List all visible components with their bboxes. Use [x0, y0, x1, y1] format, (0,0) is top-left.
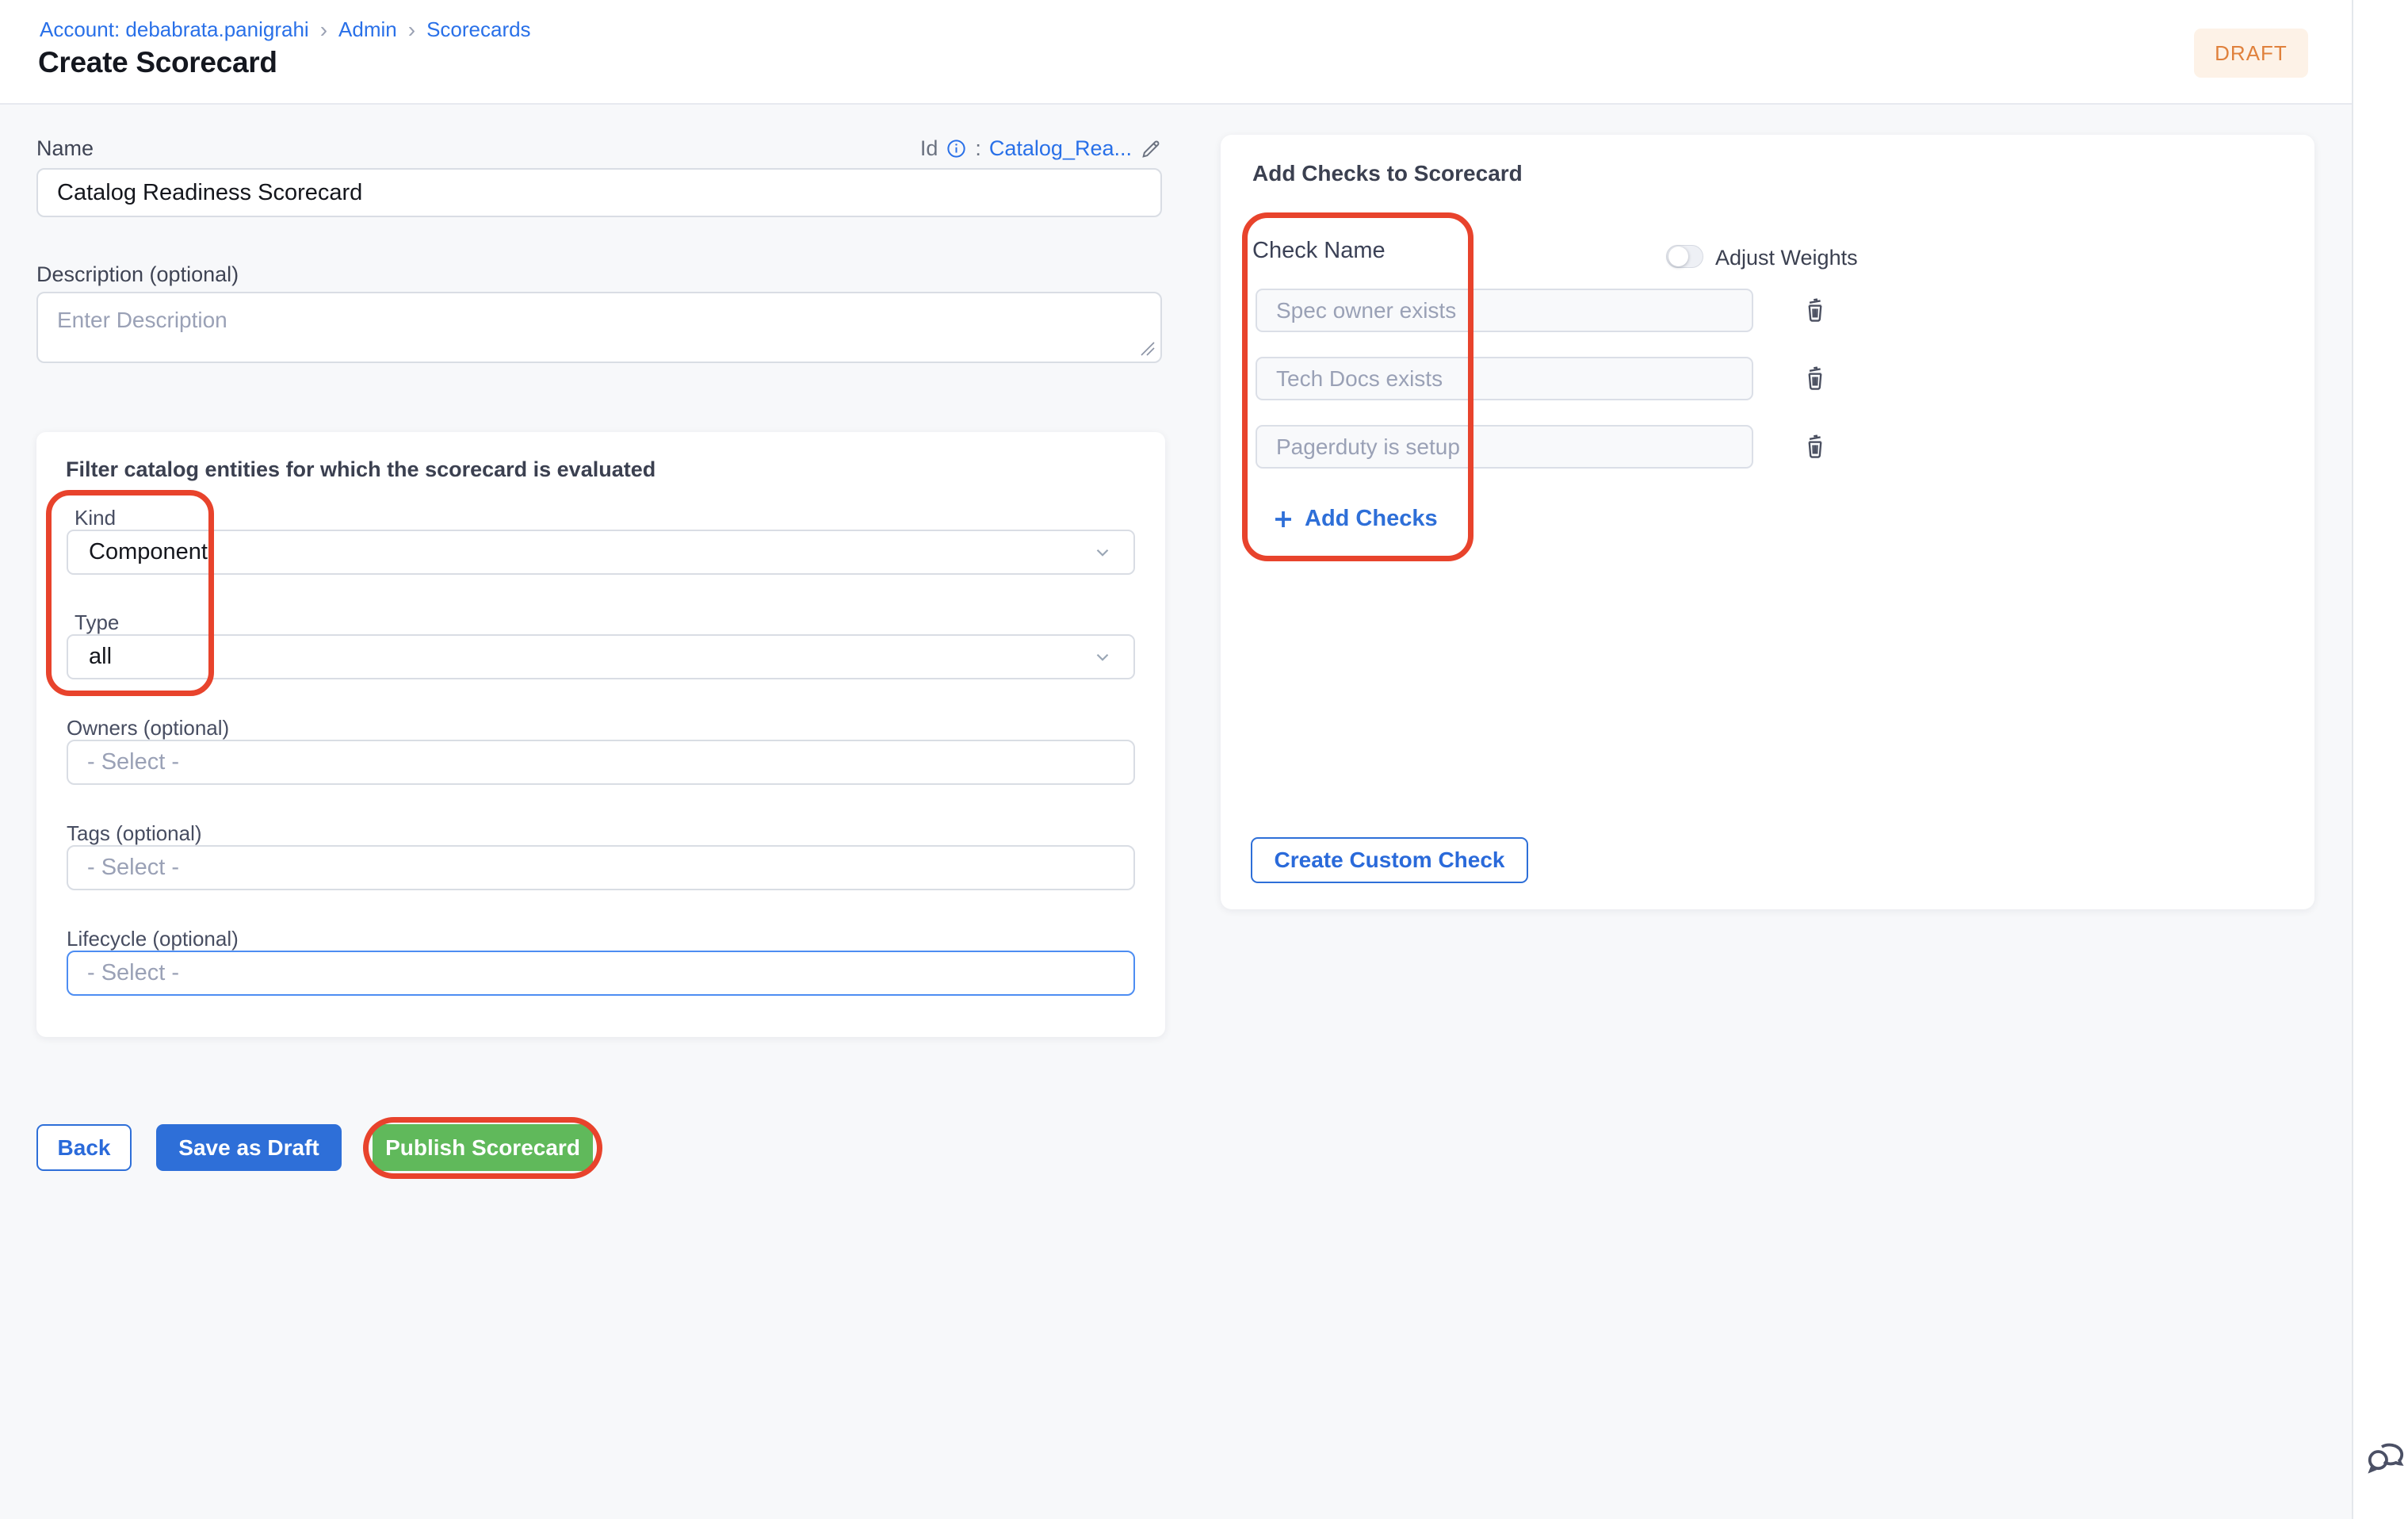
create-custom-check-button[interactable]: Create Custom Check	[1251, 837, 1528, 883]
toggle-knob	[1668, 247, 1688, 266]
add-checks-panel: Add Checks to Scorecard Check Name Adjus…	[1221, 135, 2314, 909]
tags-label: Tags (optional)	[67, 821, 202, 846]
trash-icon[interactable]	[1793, 356, 1837, 400]
check-name-column-header: Check Name	[1252, 238, 1386, 264]
breadcrumb-separator-icon: ›	[320, 19, 327, 41]
owners-select-input[interactable]	[67, 740, 1135, 785]
id-colon: :	[975, 136, 981, 161]
scorecard-id-value[interactable]: Catalog_Rea...	[989, 136, 1132, 161]
type-select-value: all	[89, 644, 112, 670]
lifecycle-select-input[interactable]	[67, 951, 1135, 996]
check-name-input[interactable]	[1256, 425, 1753, 469]
chat-bubbles-icon[interactable]	[2365, 1438, 2406, 1487]
kind-select[interactable]: Component	[67, 530, 1135, 575]
page-title: Create Scorecard	[38, 46, 277, 79]
publish-scorecard-button[interactable]: Publish Scorecard	[373, 1124, 593, 1171]
breadcrumb-account-link[interactable]: Account: debabrata.panigrahi	[40, 17, 309, 42]
add-checks-button[interactable]: Add Checks	[1271, 506, 1438, 532]
trash-icon[interactable]	[1793, 424, 1837, 469]
plus-icon	[1271, 507, 1295, 531]
check-name-input[interactable]	[1256, 357, 1753, 400]
type-select[interactable]: all	[67, 634, 1135, 679]
right-edge-strip	[2352, 0, 2408, 1519]
type-label: Type	[75, 610, 119, 635]
name-input[interactable]	[36, 168, 1162, 217]
add-checks-label: Add Checks	[1305, 506, 1438, 532]
tags-select-input[interactable]	[67, 845, 1135, 890]
description-input[interactable]	[36, 292, 1162, 363]
page-header: Account: debabrata.panigrahi › Admin › S…	[0, 0, 2353, 105]
create-scorecard-page: Account: debabrata.panigrahi › Admin › S…	[0, 0, 2408, 1519]
scorecard-id-row: Id : Catalog_Rea...	[36, 136, 1162, 161]
description-label: Description (optional)	[36, 262, 239, 287]
chevron-down-icon	[1092, 647, 1113, 668]
kind-label: Kind	[75, 506, 116, 530]
breadcrumb-separator-icon: ›	[408, 19, 415, 41]
trash-icon[interactable]	[1793, 288, 1837, 332]
lifecycle-label: Lifecycle (optional)	[67, 927, 239, 951]
adjust-weights-toggle[interactable]	[1666, 245, 1703, 268]
info-icon[interactable]	[946, 138, 967, 159]
id-label: Id	[920, 136, 938, 161]
adjust-weights-label: Adjust Weights	[1715, 246, 1858, 270]
kind-select-value: Component	[89, 539, 208, 565]
check-name-input[interactable]	[1256, 289, 1753, 332]
breadcrumb-admin-link[interactable]: Admin	[338, 17, 397, 42]
chevron-down-icon	[1092, 542, 1113, 563]
owners-label: Owners (optional)	[67, 716, 229, 740]
status-badge: DRAFT	[2194, 29, 2308, 78]
add-checks-heading: Add Checks to Scorecard	[1252, 161, 1523, 186]
back-button[interactable]: Back	[36, 1124, 132, 1171]
breadcrumb-scorecards-link[interactable]: Scorecards	[426, 17, 531, 42]
breadcrumb: Account: debabrata.panigrahi › Admin › S…	[40, 17, 531, 42]
filter-card: Filter catalog entities for which the sc…	[36, 432, 1165, 1037]
edit-pencil-icon[interactable]	[1140, 138, 1162, 160]
filter-heading: Filter catalog entities for which the sc…	[66, 457, 656, 482]
save-as-draft-button[interactable]: Save as Draft	[156, 1124, 342, 1171]
